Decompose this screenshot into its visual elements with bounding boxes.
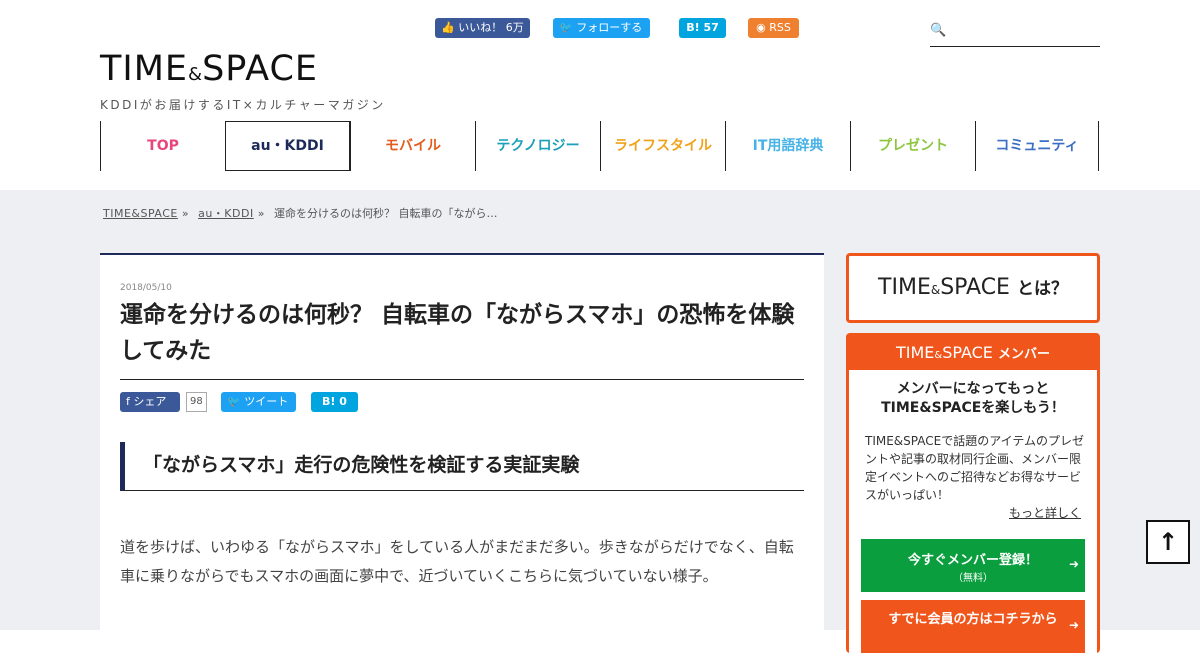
hatena-bookmark-button[interactable]: B! 57: [679, 18, 726, 38]
scroll-to-top-button[interactable]: ↑: [1146, 520, 1190, 564]
search-icon[interactable]: 🔍: [930, 23, 946, 38]
login-button[interactable]: すでに会員の方はコチラから ➜: [861, 600, 1085, 653]
breadcrumb-home[interactable]: TIME&SPACE: [103, 207, 178, 220]
twitter-follow-button[interactable]: 🐦 フォローする: [553, 18, 650, 38]
nav-item-top[interactable]: TOP: [100, 121, 225, 171]
article-card: 2018/05/10 運命を分けるのは何秒？ 自転車の「ながらスマホ」の恐怖を体…: [100, 253, 824, 653]
register-button[interactable]: 今すぐメンバー登録！ （無料） ➜: [861, 539, 1085, 592]
nav-item-it-dictionary[interactable]: IT用語辞典: [725, 121, 850, 171]
facebook-share-button[interactable]: f シェア: [120, 392, 180, 412]
member-description: TIME&SPACEで話題のアイテムのプレゼントや記事の取材同行企画、メンバー限…: [865, 434, 1085, 502]
section-heading: 「ながらスマホ」走行の危険性を検証する実証実験: [120, 442, 804, 491]
nav-item-au-kddi[interactable]: au・KDDI: [225, 121, 350, 171]
nav-item-present[interactable]: プレゼント: [850, 121, 975, 171]
title-divider: [120, 379, 804, 380]
breadcrumb-category[interactable]: au・KDDI: [198, 207, 254, 220]
rss-button[interactable]: ◉ RSS: [748, 18, 799, 38]
tweet-button[interactable]: 🐦 ツイート: [221, 392, 296, 412]
logo-wordmark: TIME&SPACE: [100, 49, 319, 89]
rss-icon: ◉: [756, 21, 766, 34]
nav-item-lifestyle[interactable]: ライフスタイル: [600, 121, 725, 171]
nav-item-technology[interactable]: テクノロジー: [475, 121, 600, 171]
article-body: 道を歩けば、いわゆる「ながらスマホ」をしている人がまだまだ多い。歩きながらだけで…: [120, 538, 794, 585]
twitter-icon: 🐦: [227, 395, 241, 408]
about-banner[interactable]: TIME&SPACE とは？: [846, 253, 1100, 323]
more-details-link[interactable]: もっと詳しく: [1009, 504, 1081, 521]
main-nav: TOP au・KDDI モバイル テクノロジー ライフスタイル IT用語辞典 プ…: [100, 121, 1099, 171]
share-count: 98: [186, 392, 207, 412]
facebook-like-button[interactable]: 👍 いいね！ 6万: [435, 18, 530, 38]
nav-item-community[interactable]: コミュニティ: [975, 121, 1099, 171]
breadcrumb: TIME&SPACE» au・KDDI» 運命を分けるのは何秒？ 自転車の「なが…: [103, 207, 498, 220]
article-date: 2018/05/10: [120, 283, 172, 293]
member-box: TIME&SPACE メンバー メンバーになってもっと TIME&SPACEを楽し…: [846, 333, 1100, 660]
logo-tagline: KDDIがお届けするIT×カルチャーマガジン: [100, 98, 386, 112]
member-box-header: TIME&SPACE メンバー: [895, 343, 1051, 362]
site-logo[interactable]: TIME&SPACE KDDIがお届けするIT×カルチャーマガジン: [100, 50, 386, 113]
nav-item-mobile[interactable]: モバイル: [350, 121, 475, 171]
hatena-share-button[interactable]: B! 0: [311, 392, 358, 412]
article-title: 運命を分けるのは何秒？ 自転車の「ながらスマホ」の恐怖を体験してみた: [120, 302, 795, 364]
arrow-right-icon: ➜: [1068, 557, 1079, 571]
member-box-body: メンバーになってもっと TIME&SPACEを楽しもう！ TIME&SPACEで話…: [849, 370, 1097, 660]
search-input[interactable]: 🔍: [930, 18, 1100, 47]
site-header: TIME&SPACE KDDIがお届けするIT×カルチャーマガジン 👍 いいね！…: [0, 0, 1200, 190]
breadcrumb-current: 運命を分けるのは何秒？ 自転車の「ながら…: [273, 207, 498, 220]
member-title: メンバーになってもっと TIME&SPACEを楽しもう！: [881, 381, 1065, 416]
